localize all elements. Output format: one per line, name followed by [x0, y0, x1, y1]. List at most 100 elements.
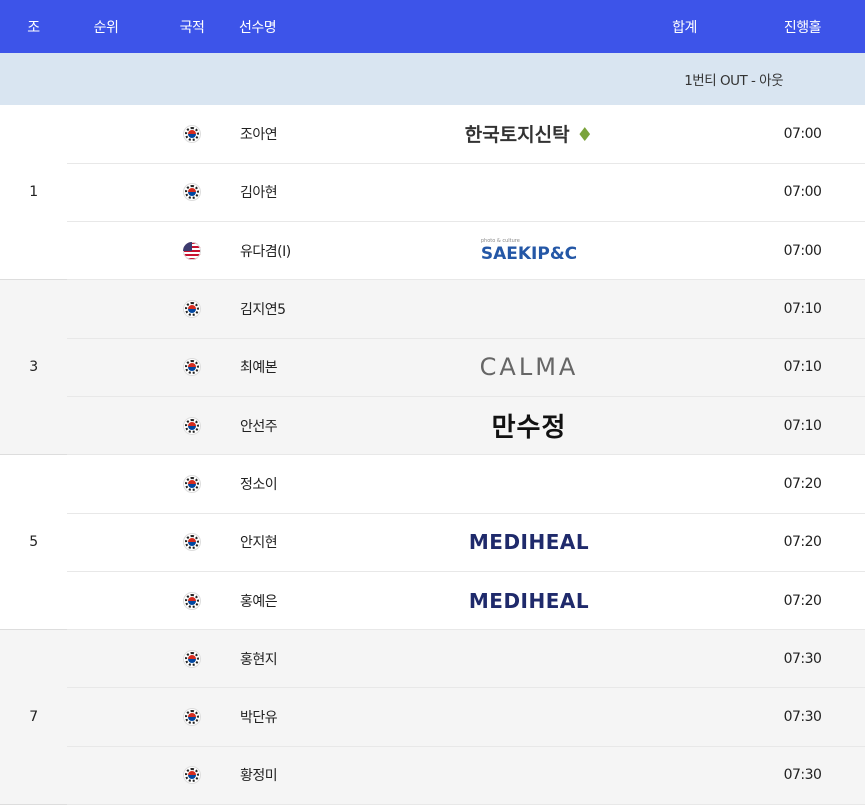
sponsor-cell — [429, 687, 629, 747]
nation-cell — [145, 338, 239, 397]
total-cell — [629, 687, 740, 747]
header-rank: 순위 — [93, 19, 119, 36]
nation-cell — [145, 746, 239, 805]
player-name[interactable]: 안지현 — [239, 513, 429, 572]
nation-cell — [145, 163, 239, 223]
korea-flag-icon — [183, 300, 201, 319]
total-cell — [629, 396, 740, 456]
player-name[interactable]: 홍현지 — [239, 629, 429, 689]
sponsor-cell — [429, 163, 629, 223]
player-row: 박단유 07:30 — [0, 687, 865, 747]
tee-time: 07:20 — [740, 571, 865, 631]
sponsor-logo-mansujeong: 만수정 — [491, 413, 567, 444]
total-cell — [629, 746, 740, 805]
player-name[interactable]: 홍예은 — [239, 571, 429, 631]
player-row: 김아현 07:00 — [0, 163, 865, 223]
tee-time: 07:00 — [740, 221, 865, 281]
player-name[interactable]: 조아연 — [239, 105, 429, 164]
table-header: 조 순위 국적 선수명 합계 진행홀 — [0, 0, 865, 53]
rank-cell — [67, 221, 145, 281]
rank-cell — [67, 571, 145, 631]
nation-cell — [145, 571, 239, 631]
total-cell — [629, 279, 740, 339]
player-name[interactable]: 정소이 — [239, 454, 429, 514]
player-name[interactable]: 유다겸(I) — [239, 221, 429, 281]
tee-time: 07:20 — [740, 454, 865, 514]
usa-flag-icon — [183, 241, 201, 260]
player-row: 최예본 CALMA 07:10 — [0, 338, 865, 397]
player-name[interactable]: 김지연5 — [239, 279, 429, 339]
tee-time-table: 조 순위 국적 선수명 합계 진행홀 1번티 OUT - 아웃 1 조아연 한국토지… — [0, 0, 865, 805]
sponsor-logo-mediheal: MEDIHEAL — [468, 530, 590, 555]
group-number: 5 — [0, 454, 67, 631]
player-name[interactable]: 안선주 — [239, 396, 429, 456]
header-group: 조 — [27, 19, 40, 36]
korea-flag-icon — [183, 183, 201, 202]
nation-cell — [145, 221, 239, 281]
sponsor-logo-mediheal: MEDIHEAL — [468, 588, 590, 613]
rank-cell — [67, 746, 145, 805]
total-cell — [629, 105, 740, 164]
sponsor-cell — [429, 454, 629, 514]
nation-cell — [145, 105, 239, 164]
rank-cell — [67, 687, 145, 747]
tee-time: 07:10 — [740, 338, 865, 397]
sponsor-cell: CALMA — [429, 338, 629, 397]
header-sponsor — [429, 0, 629, 53]
player-row: 안지현 MEDIHEAL 07:20 — [0, 513, 865, 572]
header-nation: 국적 — [179, 19, 205, 36]
sponsor-cell: 만수정 — [429, 396, 629, 456]
tee-time: 07:30 — [740, 629, 865, 689]
player-row: 1 조아연 한국토지신탁 ♦ 07:00 — [0, 105, 865, 281]
sponsor-logo-calma: CALMA — [479, 353, 579, 382]
player-row: 안선주 만수정 07:10 — [0, 396, 865, 456]
group-number: 7 — [0, 629, 67, 805]
sponsor-cell: MEDIHEAL — [429, 571, 629, 631]
player-name[interactable]: 최예본 — [239, 338, 429, 397]
korea-flag-icon — [183, 533, 201, 552]
korea-flag-icon — [183, 124, 201, 143]
tee-time: 07:30 — [740, 687, 865, 747]
sponsor-logo-saeki: photo & culture SAEKIP&C — [480, 237, 578, 264]
player-name[interactable]: 황정미 — [239, 746, 429, 805]
nation-cell — [145, 454, 239, 514]
total-cell — [629, 221, 740, 281]
group-number: 1 — [0, 105, 67, 281]
rank-cell — [67, 454, 145, 514]
korea-flag-icon — [183, 358, 201, 377]
korea-flag-icon — [183, 708, 201, 727]
tee-time: 07:00 — [740, 105, 865, 164]
player-row: 황정미 07:30 — [0, 746, 865, 805]
korea-flag-icon — [183, 766, 201, 785]
tee-time: 07:10 — [740, 279, 865, 339]
sponsor-cell — [429, 746, 629, 805]
rank-cell — [67, 163, 145, 223]
rank-cell — [67, 105, 145, 164]
nation-cell — [145, 513, 239, 572]
tee-time: 07:10 — [740, 396, 865, 456]
player-name[interactable]: 김아현 — [239, 163, 429, 223]
total-cell — [629, 454, 740, 514]
nation-cell — [145, 396, 239, 456]
korea-flag-icon — [183, 591, 201, 610]
rank-cell — [67, 513, 145, 572]
nation-cell — [145, 279, 239, 339]
player-name[interactable]: 박단유 — [239, 687, 429, 747]
total-cell — [629, 338, 740, 397]
player-row: 홍예은 MEDIHEAL 07:20 — [0, 571, 865, 631]
rank-cell — [67, 396, 145, 456]
korea-flag-icon — [183, 649, 201, 668]
nation-cell — [145, 687, 239, 747]
player-row: 7 홍현지 07:30 — [0, 629, 865, 805]
sponsor-cell: MEDIHEAL — [429, 513, 629, 572]
tee-time: 07:00 — [740, 163, 865, 223]
nation-cell — [145, 629, 239, 689]
total-cell — [629, 571, 740, 631]
sponsor-cell: photo & culture SAEKIP&C — [429, 221, 629, 281]
player-row: 유다겸(I) photo & culture SAEKIP&C 07:00 — [0, 221, 865, 281]
header-player: 선수명 — [239, 19, 277, 36]
tee-time: 07:20 — [740, 513, 865, 572]
player-row: 3 김지연5 07:10 — [0, 279, 865, 456]
rank-cell — [67, 629, 145, 689]
header-total: 합계 — [672, 19, 697, 36]
